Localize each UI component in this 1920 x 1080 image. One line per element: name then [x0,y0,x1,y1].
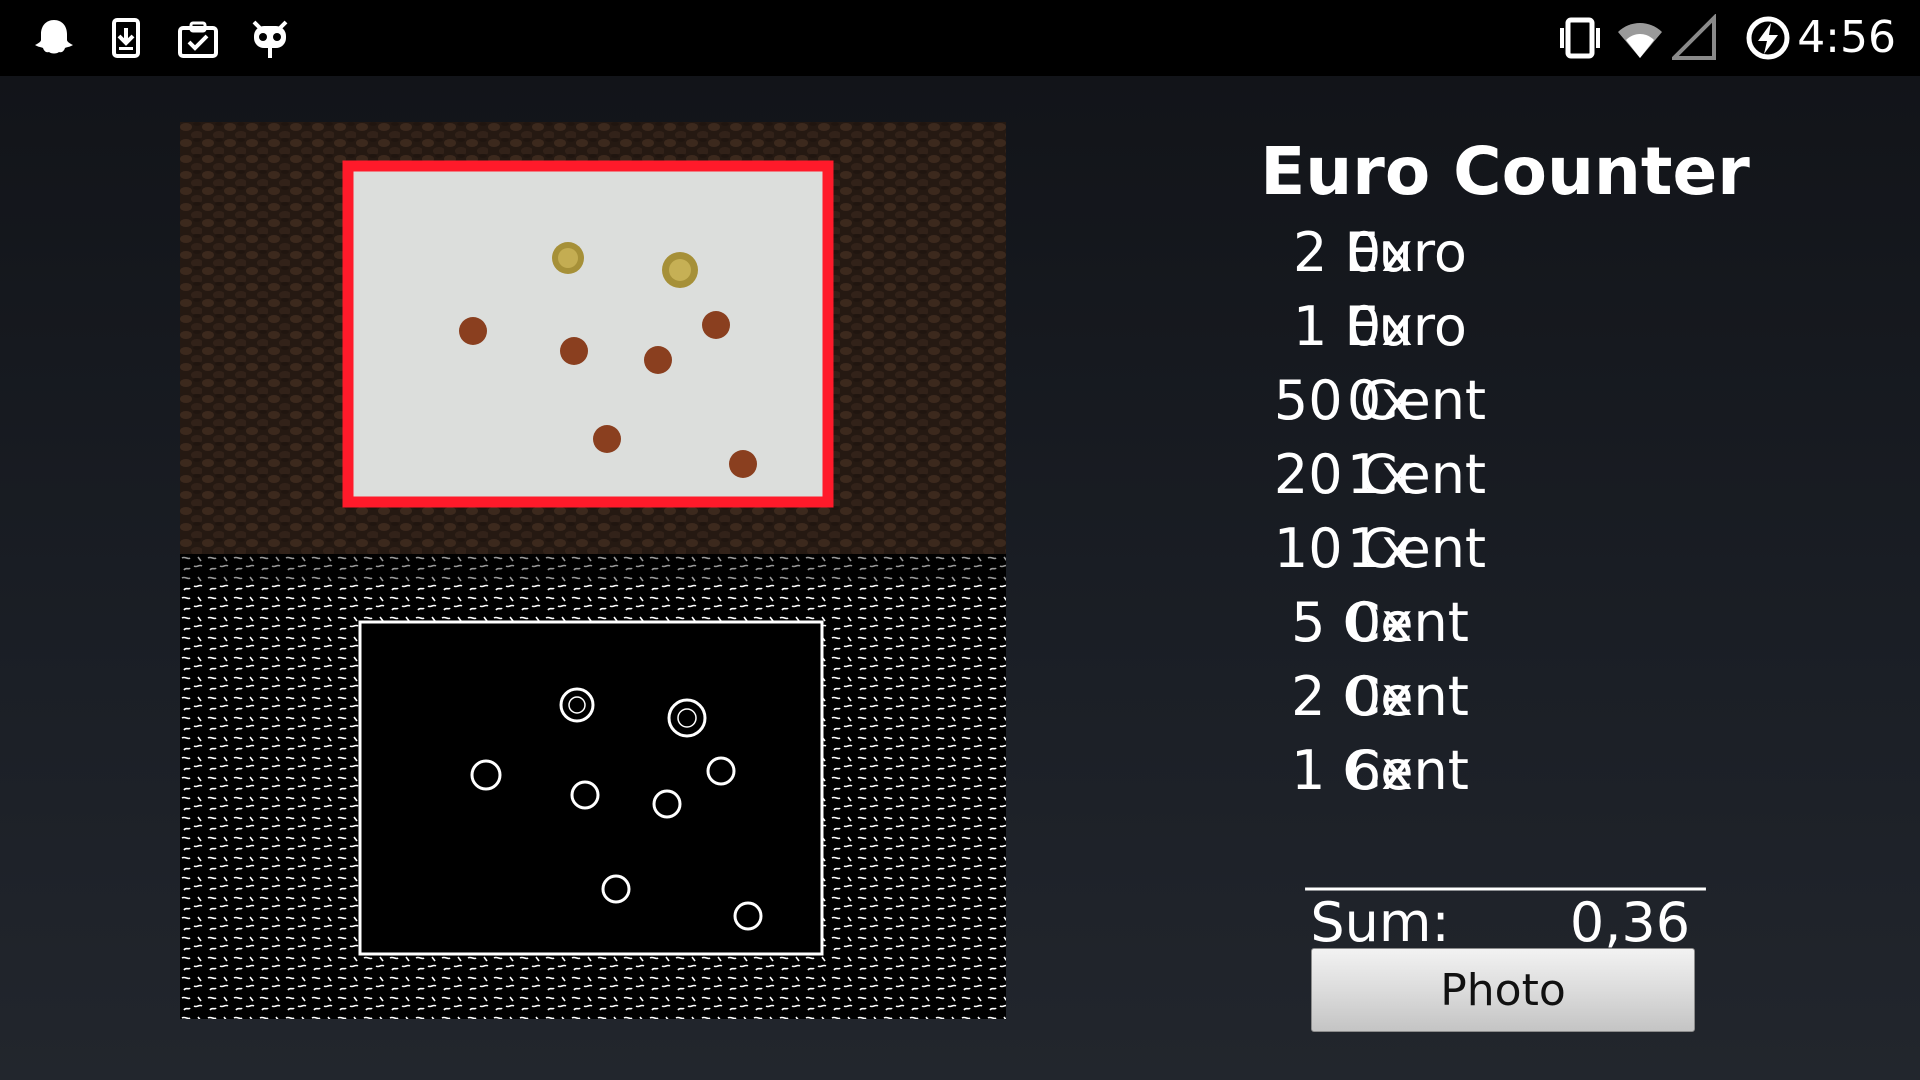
photo-button[interactable]: Photo [1311,948,1695,1032]
battery-charging-icon [1744,14,1792,62]
coin-count: 6x [1346,739,1414,802]
coin-count: 1x [1346,443,1414,506]
status-bar: 4:56 [0,0,1920,76]
coin-row-5-cent: 5 Cent [1240,586,1720,660]
vibrate-icon [1556,14,1604,62]
coin-count: 0x [1346,295,1414,358]
coin-row-20-cent: 20 Cent [1240,438,1720,512]
app-content: Euro Counter 2 Euro 0x 1 Euro 0x 50 Cent… [0,76,1920,1080]
coin-row-1-cent: 1 Cent [1240,734,1720,808]
android-bot-icon [246,14,294,62]
coin-count: 0x [1346,221,1414,284]
download-icon [102,14,150,62]
edge-detection-image [180,554,1006,1019]
coin-row-2-cent: 2 Cent [1240,660,1720,734]
coin-row-50-cent: 50 Cent [1240,364,1720,438]
coin-row-10-cent: 10 Cent [1240,512,1720,586]
status-clock: 4:56 [1797,12,1896,63]
wifi-icon [1616,14,1664,62]
coin-count: 1x [1346,517,1414,580]
coin-count: 0x [1346,665,1414,728]
coin-count: 0x [1346,369,1414,432]
original-photo [180,122,1006,554]
camera-preview [180,122,1006,1019]
cell-signal-icon [1672,14,1720,62]
ghost-notification-icon [30,14,78,62]
app-title: Euro Counter [1260,133,1750,210]
coin-row-1-euro: 1 Euro [1240,290,1720,364]
coin-count: 0x [1346,591,1414,654]
coin-row-2-euro: 2 Euro [1240,216,1720,290]
clipboard-check-icon [174,14,222,62]
